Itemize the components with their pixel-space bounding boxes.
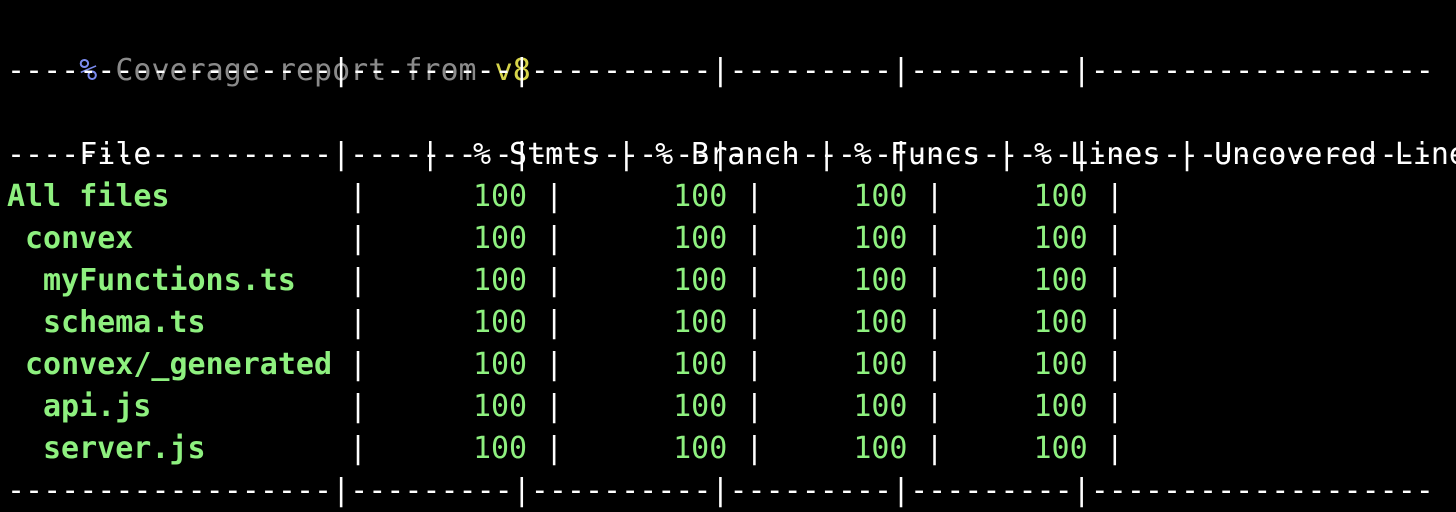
stmts-cell: 100 bbox=[472, 221, 528, 256]
column-separator: | bbox=[1087, 179, 1142, 214]
column-separator: | bbox=[349, 263, 386, 298]
column-separator: | bbox=[907, 179, 962, 214]
funcs-cell: 100 bbox=[853, 431, 908, 466]
column-separator: | bbox=[1087, 389, 1142, 424]
column-separator: | bbox=[907, 221, 962, 256]
lines-cell: 100 bbox=[1033, 221, 1088, 256]
column-separator: | bbox=[1087, 263, 1142, 298]
file-name-cell: schema.ts bbox=[43, 305, 206, 340]
stmts-cell: 100 bbox=[472, 431, 528, 466]
funcs-cell: 100 bbox=[853, 305, 908, 340]
column-separator: | bbox=[907, 347, 962, 382]
table-row: myFunctions.ts | 100 | 100 | 100 | 100 | bbox=[7, 260, 1142, 302]
column-separator: | bbox=[349, 431, 386, 466]
separator-bottom: ------------------|---------|----------|… bbox=[7, 473, 1434, 508]
lines-cell: 100 bbox=[1033, 431, 1088, 466]
column-separator: | bbox=[1087, 305, 1142, 340]
table-row: server.js | 100 | 100 | 100 | 100 | bbox=[7, 428, 1142, 470]
column-separator: | bbox=[527, 431, 582, 466]
column-separator: | bbox=[527, 389, 582, 424]
column-separator: | bbox=[1087, 221, 1142, 256]
column-separator: | bbox=[727, 347, 782, 382]
column-separator: | bbox=[727, 179, 782, 214]
funcs-cell: 100 bbox=[853, 263, 908, 298]
stmts-cell: 100 bbox=[472, 305, 528, 340]
branch-cell: 100 bbox=[673, 389, 728, 424]
table-row: api.js | 100 | 100 | 100 | 100 | bbox=[7, 386, 1142, 428]
column-separator: | bbox=[727, 305, 782, 340]
branch-cell: 100 bbox=[673, 305, 728, 340]
lines-cell: 100 bbox=[1033, 347, 1088, 382]
file-name-cell: api.js bbox=[43, 389, 152, 424]
column-separator: | bbox=[527, 305, 582, 340]
coverage-header: % Coverage report from v8 bbox=[7, 8, 531, 88]
table-header-row: File | % Stmts | % Branch | % Funcs | % L… bbox=[7, 92, 1456, 172]
stmts-cell: 100 bbox=[472, 347, 528, 382]
file-name-cell: myFunctions.ts bbox=[43, 263, 296, 298]
table-row: convex | 100 | 100 | 100 | 100 | bbox=[7, 218, 1142, 260]
lines-cell: 100 bbox=[1033, 389, 1088, 424]
funcs-cell: 100 bbox=[853, 179, 908, 214]
lines-cell: 100 bbox=[1033, 179, 1088, 214]
branch-cell: 100 bbox=[673, 263, 728, 298]
column-separator: | bbox=[349, 305, 386, 340]
column-separator: | bbox=[907, 305, 962, 340]
stmts-cell: 100 bbox=[472, 389, 528, 424]
column-separator: | bbox=[727, 431, 782, 466]
branch-cell: 100 bbox=[673, 431, 728, 466]
branch-cell: 100 bbox=[673, 179, 728, 214]
column-separator: | bbox=[527, 179, 582, 214]
column-separator: | bbox=[907, 431, 962, 466]
column-separator: | bbox=[1087, 347, 1142, 382]
file-name-cell: All files bbox=[7, 179, 170, 214]
separator-header: ------------------|---------|----------|… bbox=[7, 137, 1434, 172]
lines-cell: 100 bbox=[1033, 263, 1088, 298]
table-row: convex/_generated | 100 | 100 | 100 | 100… bbox=[7, 344, 1142, 386]
column-separator: | bbox=[907, 263, 962, 298]
table-row: All files | 100 | 100 | 100 | 100 | bbox=[7, 176, 1142, 218]
column-separator: | bbox=[349, 389, 386, 424]
table-row: schema.ts | 100 | 100 | 100 | 100 | bbox=[7, 302, 1142, 344]
column-separator: | bbox=[727, 263, 782, 298]
column-separator: | bbox=[349, 179, 386, 214]
column-separator: | bbox=[907, 389, 962, 424]
branch-cell: 100 bbox=[673, 221, 728, 256]
funcs-cell: 100 bbox=[853, 389, 908, 424]
column-separator: | bbox=[727, 221, 782, 256]
column-separator: | bbox=[727, 389, 782, 424]
column-separator: | bbox=[349, 347, 386, 382]
column-separator: | bbox=[527, 347, 582, 382]
branch-cell: 100 bbox=[673, 347, 728, 382]
column-separator: | bbox=[527, 221, 582, 256]
column-separator: | bbox=[527, 263, 582, 298]
lines-cell: 100 bbox=[1033, 305, 1088, 340]
separator-top: ------------------|---------|----------|… bbox=[7, 53, 1434, 88]
column-separator: | bbox=[349, 221, 386, 256]
file-name-cell: convex bbox=[25, 221, 134, 256]
stmts-cell: 100 bbox=[472, 263, 528, 298]
funcs-cell: 100 bbox=[853, 347, 908, 382]
funcs-cell: 100 bbox=[853, 221, 908, 256]
file-name-cell: convex/_generated bbox=[25, 347, 333, 382]
file-name-cell: server.js bbox=[43, 431, 206, 466]
column-separator: | bbox=[1087, 431, 1142, 466]
stmts-cell: 100 bbox=[472, 179, 528, 214]
